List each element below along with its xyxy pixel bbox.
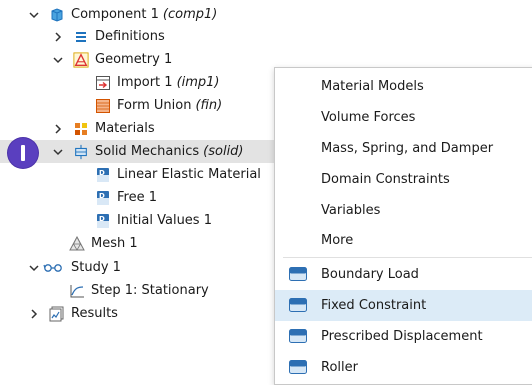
- boundary-feature-icon: [289, 329, 307, 343]
- chevron-down-icon[interactable]: [52, 54, 64, 66]
- import-icon: [95, 75, 111, 91]
- definitions-list-icon: [73, 29, 89, 45]
- tree-item-label: Study 1: [71, 260, 121, 275]
- results-icon: [49, 306, 65, 322]
- tree-item-label: Form Union: [117, 98, 192, 113]
- menu-item-label: Prescribed Displacement: [321, 329, 483, 344]
- step-marker-badge: [8, 138, 38, 168]
- menu-item-mass-spring-damper[interactable]: Mass, Spring, and Damper: [275, 133, 532, 164]
- menu-item-label: Domain Constraints: [321, 172, 450, 187]
- step-marker-glyph: [21, 145, 25, 161]
- tree-item-label: Solid Mechanics: [95, 144, 200, 159]
- boundary-feature-icon: [289, 360, 307, 374]
- menu-separator: [283, 257, 532, 258]
- tree-item-label: Results: [71, 306, 118, 321]
- tree-item-label: Component 1: [71, 7, 159, 22]
- mesh-icon: [69, 235, 85, 252]
- component-cube-icon: [49, 7, 65, 23]
- tree-item-label: Geometry 1: [95, 52, 173, 67]
- menu-item-label: More: [321, 233, 354, 248]
- menu-item-fixed-constraint[interactable]: Fixed Constraint: [275, 290, 532, 321]
- chevron-down-icon[interactable]: [28, 9, 40, 21]
- tree-item-label: Definitions: [95, 29, 165, 44]
- tree-item-tag: (comp1): [162, 7, 218, 22]
- menu-item-label: Mass, Spring, and Damper: [321, 141, 494, 156]
- tree-item-study[interactable]: Study 1: [28, 256, 121, 279]
- tree-item-tag: (fin): [195, 98, 223, 113]
- menu-item-prescribed-displacement[interactable]: Prescribed Displacement: [275, 321, 532, 352]
- chevron-down-icon[interactable]: [28, 262, 40, 274]
- menu-item-label: Fixed Constraint: [321, 298, 427, 313]
- menu-item-label: Variables: [321, 203, 381, 218]
- menu-item-volume-forces[interactable]: Volume Forces: [275, 102, 532, 133]
- tree-item-label: Mesh 1: [91, 236, 138, 251]
- tree-item-label: Free 1: [117, 190, 157, 205]
- menu-item-label: Boundary Load: [321, 267, 419, 282]
- domain-feature-icon: D: [95, 167, 111, 183]
- chevron-right-icon[interactable]: [28, 308, 40, 320]
- tree-item-tag: (imp1): [176, 75, 220, 90]
- tree-item-free[interactable]: D Free 1: [95, 186, 157, 209]
- tree-item-solid-mechanics[interactable]: Solid Mechanics (solid): [0, 140, 278, 163]
- tree-item-mesh[interactable]: Mesh 1: [69, 232, 138, 255]
- tree-item-tag: (solid): [203, 144, 244, 159]
- context-menu: Material Models Volume Forces Mass, Spri…: [274, 67, 532, 385]
- menu-item-variables[interactable]: Variables: [275, 195, 532, 226]
- tree-item-materials[interactable]: Materials: [52, 117, 155, 140]
- geometry-icon: [73, 51, 89, 68]
- menu-item-more[interactable]: More: [275, 225, 532, 256]
- tree-item-linear-elastic[interactable]: D Linear Elastic Material: [95, 163, 261, 186]
- study-icon: [43, 260, 65, 276]
- domain-feature-icon: D: [95, 213, 111, 229]
- tree-item-label: Materials: [95, 121, 155, 136]
- tree-item-definitions[interactable]: Definitions: [52, 25, 165, 48]
- chevron-down-icon[interactable]: [52, 146, 64, 158]
- boundary-feature-icon: [289, 267, 307, 281]
- stationary-step-icon: [69, 283, 85, 299]
- tree-item-initial-values[interactable]: D Initial Values 1: [95, 209, 212, 232]
- tree-item-import[interactable]: Import 1 (imp1): [95, 71, 220, 94]
- menu-item-label: Roller: [321, 360, 358, 375]
- menu-item-label: Material Models: [321, 79, 424, 94]
- menu-item-domain-constraints[interactable]: Domain Constraints: [275, 164, 532, 195]
- tree-item-results[interactable]: Results: [28, 302, 118, 325]
- chevron-right-icon[interactable]: [52, 31, 64, 43]
- menu-item-boundary-load[interactable]: Boundary Load: [275, 259, 532, 290]
- chevron-right-icon[interactable]: [52, 123, 64, 135]
- boundary-feature-icon: [289, 298, 307, 312]
- tree-item-form-union[interactable]: Form Union (fin): [95, 94, 222, 117]
- tree-item-label: Linear Elastic Material: [117, 167, 261, 182]
- form-union-icon: [95, 98, 111, 114]
- menu-item-label: Volume Forces: [321, 110, 416, 125]
- tree-item-geometry[interactable]: Geometry 1: [52, 48, 172, 71]
- domain-feature-icon: D: [95, 190, 111, 206]
- tree-item-label: Import 1: [117, 75, 173, 90]
- tree-item-label: Step 1: Stationary: [91, 283, 209, 298]
- tree-item-step[interactable]: Step 1: Stationary: [69, 279, 209, 302]
- menu-item-material-models[interactable]: Material Models: [275, 71, 532, 102]
- svg-text:D: D: [99, 192, 105, 200]
- solid-mechanics-icon: [73, 144, 89, 160]
- tree-item-label: Initial Values 1: [117, 213, 212, 228]
- materials-icon: [73, 121, 89, 137]
- svg-text:D: D: [99, 169, 105, 177]
- menu-item-roller[interactable]: Roller: [275, 352, 532, 383]
- svg-text:D: D: [99, 215, 105, 223]
- tree-item-component[interactable]: Component 1 (comp1): [28, 3, 217, 26]
